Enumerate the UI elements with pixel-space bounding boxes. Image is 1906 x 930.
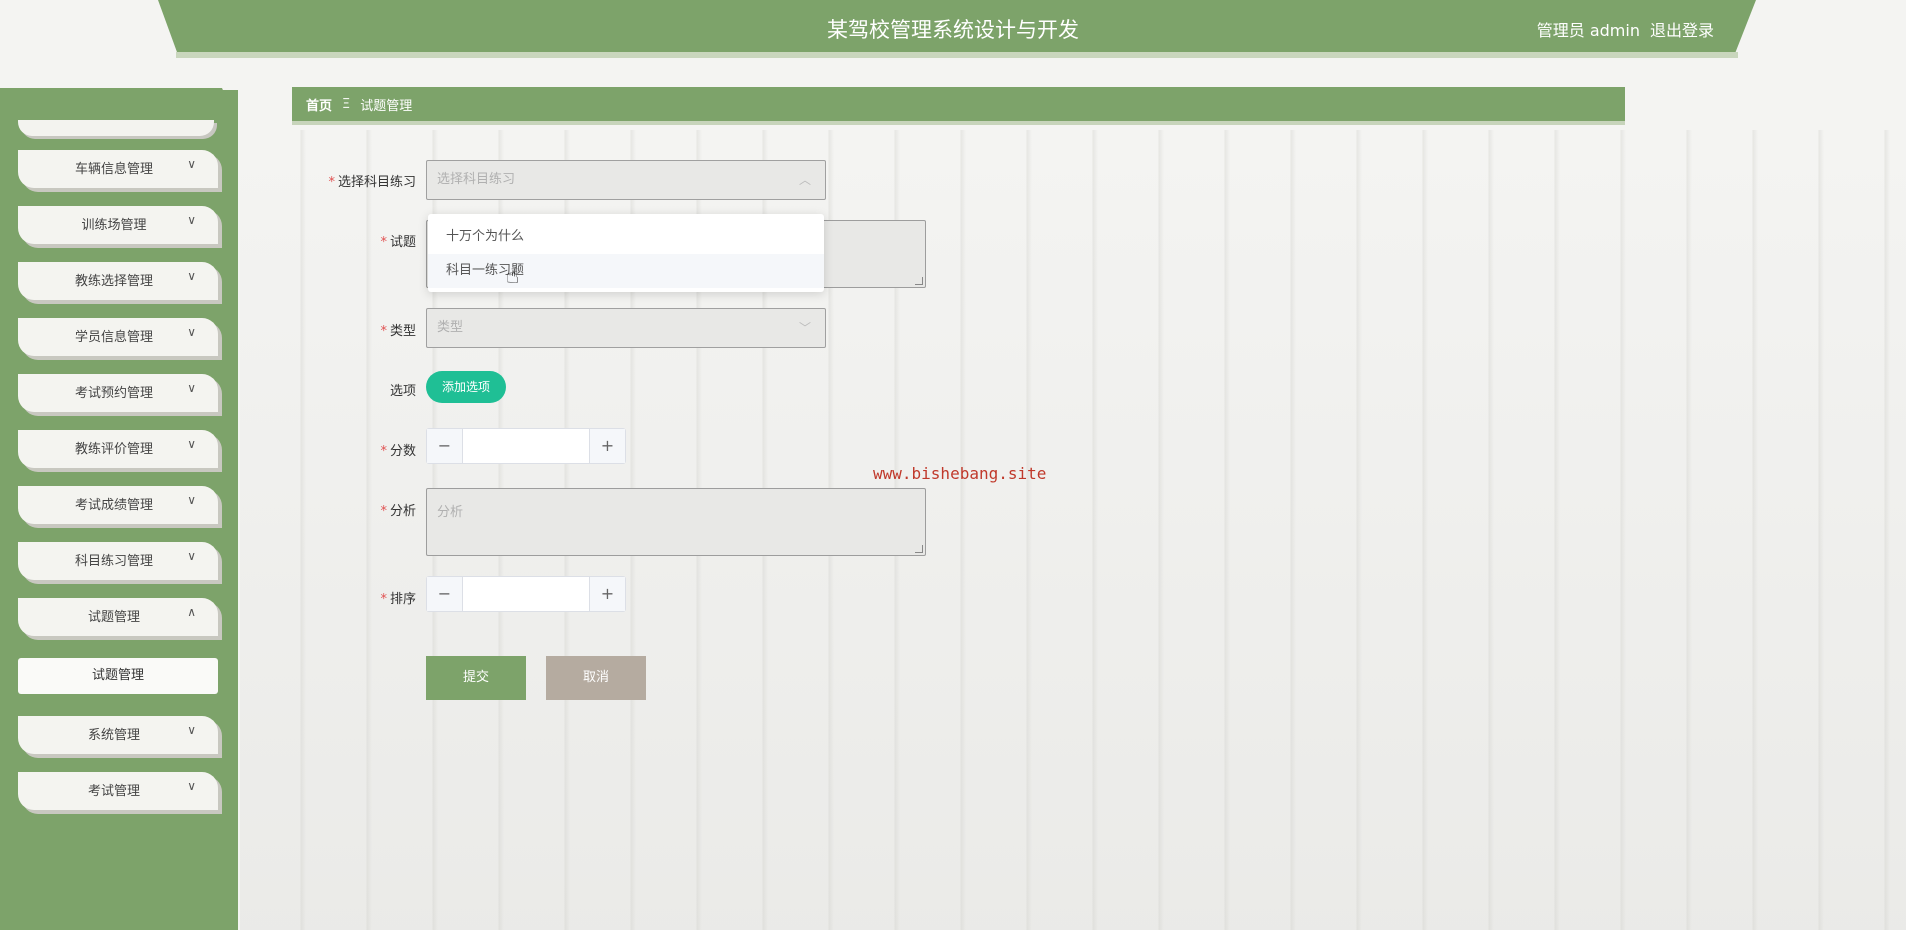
dropdown-option[interactable]: 十万个为什么 bbox=[428, 220, 824, 254]
sidebar-top-tab bbox=[0, 88, 238, 124]
sidebar-scrolled-item bbox=[18, 120, 214, 136]
watermark-text: www.bishebang.site bbox=[873, 464, 1047, 483]
analysis-placeholder: 分析 bbox=[437, 505, 464, 520]
score-input[interactable] bbox=[463, 429, 589, 463]
subject-field-label: * 选择科目练习 bbox=[256, 171, 416, 190]
chevron-down-icon: ∨ bbox=[187, 549, 196, 563]
sidebar-item-label: 车辆信息管理 bbox=[74, 162, 153, 177]
required-marker: * bbox=[380, 504, 387, 519]
sidebar-item-label: 考试预约管理 bbox=[74, 386, 153, 401]
subject-select-placeholder: 选择科目练习 bbox=[437, 172, 516, 187]
add-option-button[interactable]: 添加选项 bbox=[426, 371, 506, 403]
subject-label-text: 选择科目练习 bbox=[337, 175, 416, 190]
breadcrumb-separator-icon: Ξ bbox=[342, 96, 351, 112]
score-field-label: * 分数 bbox=[256, 440, 416, 459]
minus-icon[interactable]: − bbox=[427, 577, 463, 611]
sidebar-item-label: 教练评价管理 bbox=[74, 442, 153, 457]
sidebar-item-vehicle-info[interactable]: 车辆信息管理 ∨ bbox=[18, 150, 218, 188]
chevron-down-icon: ∨ bbox=[187, 437, 196, 451]
sidebar-item-label: 试题管理 bbox=[87, 610, 140, 625]
sidebar-item-training-ground[interactable]: 训练场管理 ∨ bbox=[18, 206, 218, 244]
score-stepper: − + bbox=[426, 428, 626, 464]
chevron-up-icon: ︿ bbox=[798, 173, 811, 187]
header-underline bbox=[176, 52, 1738, 58]
order-input[interactable] bbox=[463, 577, 589, 611]
order-label-text: 排序 bbox=[389, 592, 416, 607]
required-marker: * bbox=[380, 444, 387, 459]
sidebar-item-label: 训练场管理 bbox=[81, 218, 147, 233]
sidebar-item-exam-booking[interactable]: 考试预约管理 ∨ bbox=[18, 374, 218, 412]
options-field-label: 选项 bbox=[256, 380, 416, 399]
breadcrumb-current: 试题管理 bbox=[360, 98, 413, 114]
chevron-down-icon: ﹀ bbox=[798, 321, 811, 335]
chevron-down-icon: ∨ bbox=[187, 213, 196, 227]
sidebar-item-coach-selection[interactable]: 教练选择管理 ∨ bbox=[18, 262, 218, 300]
order-field-label: * 排序 bbox=[256, 588, 416, 607]
resize-grip-icon[interactable] bbox=[915, 545, 923, 553]
subject-select[interactable]: 选择科目练习 ︿ bbox=[426, 160, 826, 200]
sidebar-item-label: 科目练习管理 bbox=[74, 554, 153, 569]
type-label-text: 类型 bbox=[389, 324, 416, 339]
sidebar-item-subject-practice[interactable]: 科目练习管理 ∨ bbox=[18, 542, 218, 580]
sidebar-item-label: 考试成绩管理 bbox=[74, 498, 153, 513]
plus-icon[interactable]: + bbox=[589, 577, 625, 611]
subject-dropdown-menu: 十万个为什么 科目一练习题 bbox=[428, 214, 824, 292]
type-select[interactable]: 类型 ﹀ bbox=[426, 308, 826, 348]
chevron-up-icon: ∧ bbox=[187, 605, 196, 619]
sidebar-item-questions[interactable]: 试题管理 ∧ bbox=[18, 598, 218, 636]
sidebar-item-label: 系统管理 bbox=[87, 728, 140, 743]
order-stepper: − + bbox=[426, 576, 626, 612]
required-marker: * bbox=[380, 324, 387, 339]
minus-icon[interactable]: − bbox=[427, 429, 463, 463]
question-field-label: * 试题 bbox=[256, 231, 416, 250]
resize-grip-icon[interactable] bbox=[915, 277, 923, 285]
sidebar-item-label: 考试管理 bbox=[87, 784, 140, 799]
chevron-down-icon: ∨ bbox=[187, 723, 196, 737]
submit-button[interactable]: 提交 bbox=[426, 656, 526, 700]
analysis-textarea[interactable]: 分析 bbox=[426, 488, 926, 556]
sidebar-item-coach-review[interactable]: 教练评价管理 ∨ bbox=[18, 430, 218, 468]
question-label-text: 试题 bbox=[389, 235, 416, 250]
chevron-down-icon: ∨ bbox=[187, 325, 196, 339]
header-user-area: 管理员 admin 退出登录 bbox=[1537, 17, 1714, 41]
required-marker: * bbox=[380, 235, 387, 250]
chevron-down-icon: ∨ bbox=[187, 493, 196, 507]
hand-cursor-icon: ☝ bbox=[506, 264, 520, 289]
current-user-label: 管理员 admin bbox=[1536, 21, 1640, 40]
required-marker: * bbox=[380, 592, 387, 607]
sidebar-item-student-info[interactable]: 学员信息管理 ∨ bbox=[18, 318, 218, 356]
score-label-text: 分数 bbox=[389, 444, 416, 459]
analysis-field-label: * 分析 bbox=[256, 500, 416, 519]
breadcrumb: 首页 Ξ 试题管理 bbox=[292, 87, 1625, 125]
options-label-text: 选项 bbox=[389, 384, 416, 399]
required-marker: * bbox=[328, 175, 335, 190]
chevron-down-icon: ∨ bbox=[187, 157, 196, 171]
sidebar-item-label: 学员信息管理 bbox=[74, 330, 153, 345]
sidebar-item-label: 教练选择管理 bbox=[74, 274, 153, 289]
analysis-label-text: 分析 bbox=[389, 504, 416, 519]
type-field-label: * 类型 bbox=[256, 320, 416, 339]
logout-link[interactable]: 退出登录 bbox=[1650, 17, 1714, 41]
chevron-down-icon: ∨ bbox=[187, 269, 196, 283]
breadcrumb-home[interactable]: 首页 bbox=[306, 95, 332, 114]
cancel-button[interactable]: 取消 bbox=[546, 656, 646, 700]
dropdown-option[interactable]: 科目一练习题 bbox=[428, 254, 824, 288]
sidebar-item-system[interactable]: 系统管理 ∨ bbox=[18, 716, 218, 754]
sidebar-subitem-questions[interactable]: 试题管理 bbox=[18, 658, 218, 694]
chevron-down-icon: ∨ bbox=[187, 779, 196, 793]
type-select-placeholder: 类型 bbox=[437, 320, 464, 335]
sidebar-item-exam-scores[interactable]: 考试成绩管理 ∨ bbox=[18, 486, 218, 524]
chevron-down-icon: ∨ bbox=[187, 381, 196, 395]
sidebar-item-exam[interactable]: 考试管理 ∨ bbox=[18, 772, 218, 810]
plus-icon[interactable]: + bbox=[589, 429, 625, 463]
